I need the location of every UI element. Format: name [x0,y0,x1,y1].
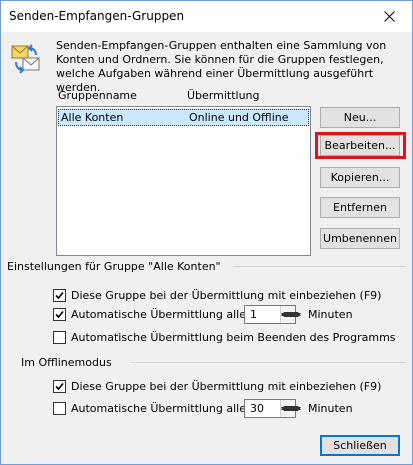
offline-minutes-value: 30 [250,402,264,415]
offline-include-in-send-receive-label: Diese Gruppe bei der Übermittlung mit ei… [71,380,382,393]
copy-button[interactable]: Kopieren... [320,167,400,188]
checkmark-icon [55,310,64,319]
offline-include-in-send-receive-checkbox[interactable] [53,380,66,393]
down-arrow-icon [281,407,301,419]
new-button[interactable]: Neu... [320,107,400,128]
offline-auto-send-receive-minutes-spinner[interactable]: 30 [244,399,301,418]
group-name-cell: Alle Konten [61,111,124,124]
remove-button[interactable]: Entfernen [320,197,400,218]
list-item-all-accounts[interactable]: Alle Konten Online und Offline [58,109,309,126]
checkmark-icon [55,382,64,391]
offline-minutes-unit-label: Minuten [308,402,353,415]
send-receive-on-exit-checkbox[interactable] [53,331,66,344]
window-title: Senden-Empfangen-Gruppen [9,9,185,23]
checkmark-icon [55,291,64,300]
settings-group-label: Einstellungen für Gruppe "Alle Konten" [7,260,221,273]
settings-separator [233,266,406,267]
minutes-unit-label: Minuten [308,308,353,321]
send-receive-cell: Online und Offline [189,111,289,124]
close-dialog-button[interactable]: Schließen [320,435,400,456]
send-receive-groups-dialog: Senden-Empfangen-Gruppen Senden-Empfange… [0,0,413,465]
column-header-send-receive: Übermittlung [187,89,260,102]
close-button[interactable] [366,1,412,32]
offline-group-label: Im Offlinemodus [21,356,112,369]
offline-separator [131,362,406,363]
auto-send-receive-label: Automatische Übermittlung alle [71,308,247,321]
rename-button[interactable]: Umbenennen [320,228,400,249]
include-in-send-receive-label: Diese Gruppe bei der Übermittlung mit ei… [71,289,382,302]
offline-spin-down-button[interactable] [281,407,301,417]
column-header-group-name: Gruppenname [58,89,137,102]
groups-listbox[interactable]: Alle Konten Online und Offline [56,106,311,256]
minutes-value: 1 [250,308,257,321]
send-receive-on-exit-label: Automatische Übermittlung beim Beenden d… [71,331,396,344]
auto-send-receive-minutes-spinner[interactable]: 1 [244,305,301,324]
send-receive-groups-icon [11,44,40,74]
offline-auto-send-receive-checkbox[interactable] [53,402,66,415]
auto-send-receive-checkbox[interactable] [53,308,66,321]
close-icon [383,11,395,22]
title-bar: Senden-Empfangen-Gruppen [1,1,412,32]
include-in-send-receive-checkbox[interactable] [53,289,66,302]
offline-auto-send-receive-label: Automatische Übermittlung alle [71,402,247,415]
down-arrow-icon [281,313,301,325]
intro-description: Senden-Empfangen-Gruppen enthalten eine … [56,39,387,94]
edit-button[interactable]: Bearbeiten... [320,135,400,156]
spin-down-button[interactable] [281,313,301,323]
